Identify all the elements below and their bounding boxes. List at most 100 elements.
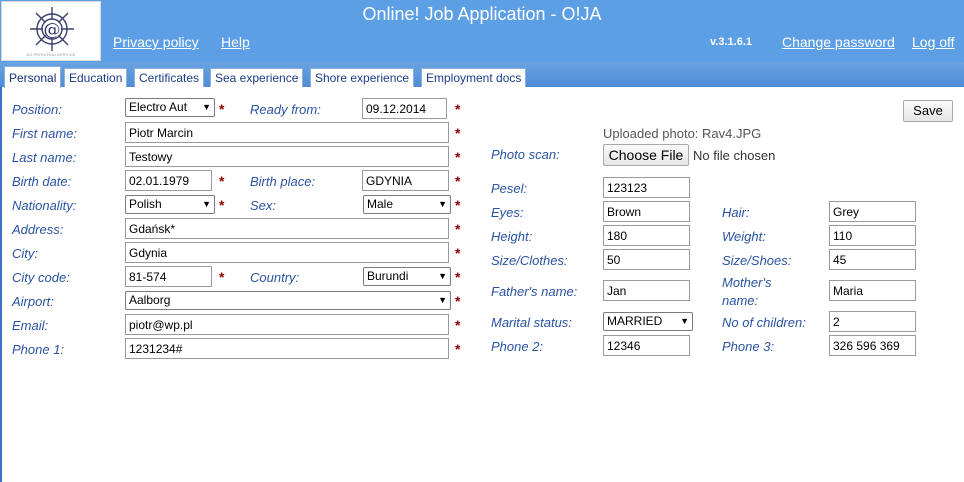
- marital-status-label: Marital status:: [491, 315, 572, 330]
- height-label: Height:: [491, 229, 533, 244]
- city-label: City:: [12, 246, 38, 261]
- weight-label: Weight:: [722, 229, 766, 244]
- birth-date-label: Birth date:: [12, 174, 72, 189]
- required-marker: *: [455, 125, 461, 141]
- pesel-input[interactable]: 123123: [603, 177, 690, 198]
- birth-place-input[interactable]: GDYNIA: [362, 170, 449, 191]
- required-marker: *: [219, 197, 225, 213]
- ready-from-label: Ready from:: [250, 102, 321, 117]
- children-label: No of children:: [722, 315, 806, 330]
- save-button[interactable]: Save: [903, 100, 953, 122]
- city-code-input[interactable]: 81-574: [125, 266, 212, 287]
- city-code-label: City code:: [12, 270, 70, 285]
- app-header: @ AD PERSONALSERVICE Online! Job Applica…: [0, 0, 964, 62]
- mothers-name-label-line1: Mother's: [722, 275, 772, 290]
- country-label: Country:: [250, 270, 300, 285]
- ready-from-input[interactable]: 09.12.2014: [362, 98, 447, 119]
- hair-input[interactable]: Grey: [829, 201, 916, 222]
- hair-label: Hair:: [722, 205, 750, 220]
- sex-value: Male: [367, 197, 394, 211]
- version-label: v.3.1.6.1: [710, 36, 752, 48]
- required-marker: *: [455, 293, 461, 309]
- required-marker: *: [455, 269, 461, 285]
- uploaded-photo-caption: Uploaded photo: Rav4.JPG: [603, 126, 762, 141]
- phone3-input[interactable]: 326 596 369: [829, 335, 916, 356]
- required-marker: *: [219, 173, 225, 189]
- address-input[interactable]: Gdańsk*: [125, 218, 449, 239]
- weight-input[interactable]: 110: [829, 225, 916, 246]
- choose-file-button[interactable]: Choose File: [603, 144, 689, 166]
- logo-caption: AD PERSONALSERVICE: [26, 52, 76, 57]
- first-name-label: First name:: [12, 126, 78, 141]
- required-marker: *: [455, 341, 461, 357]
- mothers-name-label-line2: name:: [722, 293, 759, 308]
- change-password-link[interactable]: Change password: [782, 34, 895, 50]
- chevron-down-icon: ▼: [202, 199, 211, 209]
- tab-bar: Personal Education Certificates Sea expe…: [0, 62, 964, 88]
- tab-shore-experience[interactable]: Shore experience: [310, 68, 415, 87]
- fathers-name-input[interactable]: Jan: [603, 280, 690, 301]
- email-label: Email:: [12, 318, 49, 333]
- tab-education[interactable]: Education: [64, 68, 128, 87]
- sex-label: Sex:: [250, 198, 277, 213]
- email-field[interactable]: piotr@wp.pl: [125, 314, 449, 335]
- tab-certificates[interactable]: Certificates: [134, 68, 205, 87]
- size-clothes-label: Size/Clothes:: [491, 253, 568, 268]
- help-link[interactable]: Help: [221, 34, 250, 50]
- position-value: Electro Aut: [129, 100, 188, 114]
- phone3-label: Phone 3:: [722, 339, 775, 354]
- file-status: No file chosen: [693, 148, 776, 163]
- privacy-policy-link[interactable]: Privacy policy: [113, 34, 199, 50]
- position-select[interactable]: Electro Aut ▼: [125, 98, 215, 117]
- required-marker: *: [455, 149, 461, 165]
- phone1-label: Phone 1:: [12, 342, 65, 357]
- required-marker: *: [455, 197, 461, 213]
- log-off-link[interactable]: Log off: [912, 34, 955, 50]
- airport-select[interactable]: Aalborg ▼: [125, 291, 451, 310]
- height-input[interactable]: 180: [603, 225, 690, 246]
- tab-employment-docs[interactable]: Employment docs: [421, 68, 527, 87]
- last-name-input[interactable]: Testowy: [125, 146, 449, 167]
- birth-place-label: Birth place:: [250, 174, 316, 189]
- size-clothes-input[interactable]: 50: [603, 249, 690, 270]
- tab-personal[interactable]: Personal: [4, 66, 62, 88]
- marital-status-select[interactable]: MARRIED ▼: [603, 312, 693, 331]
- phone1-input[interactable]: 1231234#: [125, 338, 449, 359]
- phone2-label: Phone 2:: [491, 339, 544, 354]
- required-marker: *: [455, 101, 461, 117]
- phone2-input[interactable]: 12346: [603, 335, 690, 356]
- pesel-label: Pesel:: [491, 181, 528, 196]
- size-shoes-label: Size/Shoes:: [722, 253, 792, 268]
- tab-sea-experience[interactable]: Sea experience: [210, 68, 304, 87]
- city-input[interactable]: Gdynia: [125, 242, 449, 263]
- country-select[interactable]: Burundi ▼: [363, 267, 451, 286]
- marital-status-value: MARRIED: [607, 314, 663, 328]
- chevron-down-icon: ▼: [680, 316, 689, 326]
- required-marker: *: [219, 101, 225, 117]
- position-label: Position:: [12, 102, 62, 117]
- eyes-input[interactable]: Brown: [603, 201, 690, 222]
- fathers-name-label: Father's name:: [491, 284, 578, 299]
- nationality-label: Nationality:: [12, 198, 77, 213]
- airport-value: Aalborg: [129, 293, 171, 307]
- required-marker: *: [455, 221, 461, 237]
- eyes-label: Eyes:: [491, 205, 524, 220]
- required-marker: *: [455, 245, 461, 261]
- children-input[interactable]: 2: [829, 311, 916, 332]
- content-frame-border: [0, 87, 2, 482]
- required-marker: *: [455, 317, 461, 333]
- size-shoes-input[interactable]: 45: [829, 249, 916, 270]
- last-name-label: Last name:: [12, 150, 77, 165]
- sex-select[interactable]: Male ▼: [363, 195, 451, 214]
- birth-date-input[interactable]: 02.01.1979: [125, 170, 212, 191]
- required-marker: *: [455, 173, 461, 189]
- page-title: Online! Job Application - O!JA: [362, 4, 602, 24]
- address-label: Address:: [12, 222, 64, 237]
- nationality-value: Polish: [129, 197, 162, 211]
- required-marker: *: [219, 269, 225, 285]
- mothers-name-input[interactable]: Maria: [829, 280, 916, 301]
- chevron-down-icon: ▼: [438, 199, 447, 209]
- first-name-input[interactable]: Piotr Marcin: [125, 122, 449, 143]
- chevron-down-icon: ▼: [438, 295, 447, 305]
- nationality-select[interactable]: Polish ▼: [125, 195, 215, 214]
